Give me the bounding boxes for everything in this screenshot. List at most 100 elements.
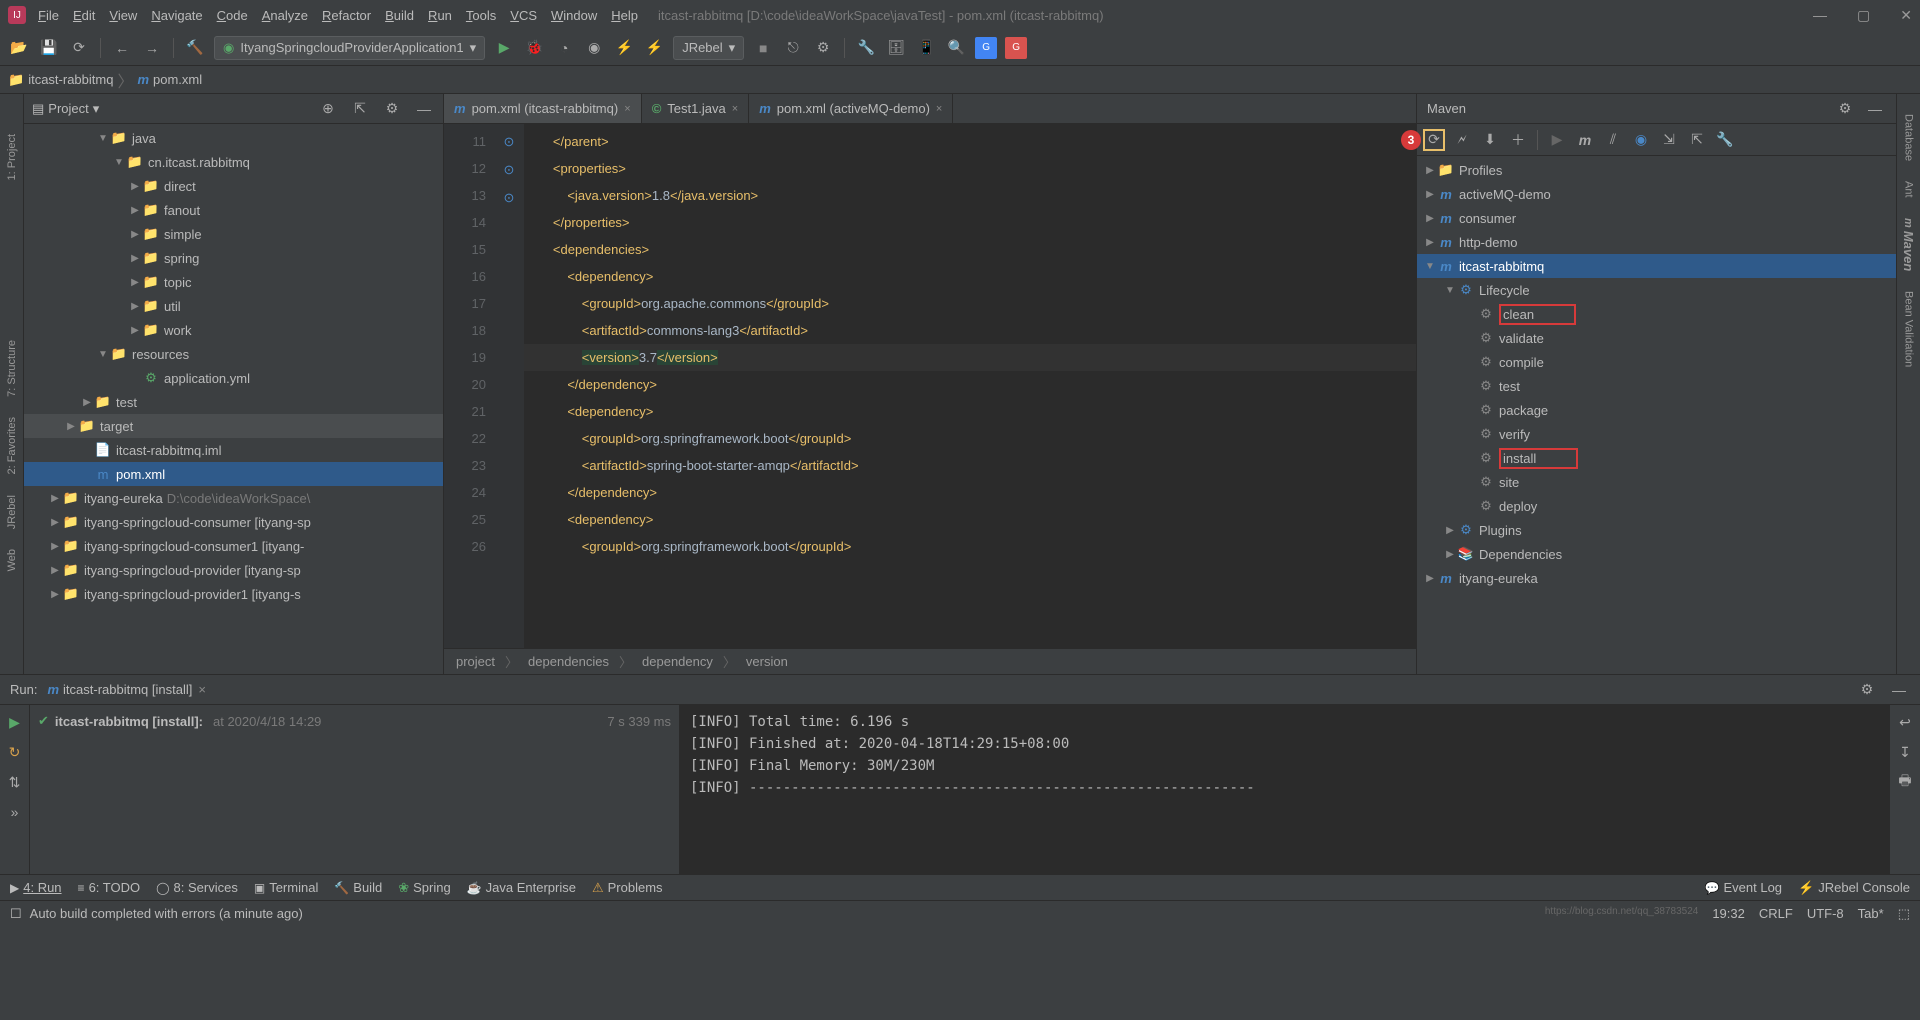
maven-item-http-demo[interactable]: ▶mhttp-demo (1417, 230, 1896, 254)
status-icon[interactable]: ☐ (10, 906, 22, 922)
favorites-tab[interactable]: 2: Favorites (6, 417, 18, 474)
maven-item-dependencies[interactable]: ▶📚Dependencies (1417, 542, 1896, 566)
crumb-file[interactable]: pom.xml (153, 72, 202, 87)
maven-item-validate[interactable]: ⚙validate (1417, 326, 1896, 350)
back-icon[interactable]: ← (111, 37, 133, 59)
rerun-icon[interactable]: ▶ (4, 711, 26, 733)
maven-item-clean[interactable]: ⚙clean1 (1417, 302, 1896, 326)
db-icon[interactable]: 🗄 (885, 37, 907, 59)
menu-analyze[interactable]: Analyze (262, 8, 308, 23)
google-icon[interactable]: G (1005, 37, 1027, 59)
maven-tab[interactable]: m Maven (1901, 218, 1916, 271)
debug-icon[interactable]: 🐞 (523, 37, 545, 59)
project-item[interactable]: ▶📁simple (24, 222, 443, 246)
project-panel-title[interactable]: ▤ Project ▾ (32, 101, 99, 117)
locate-icon[interactable]: ⊕ (317, 98, 339, 120)
close-icon[interactable]: × (198, 682, 206, 697)
menu-file[interactable]: File (38, 8, 59, 23)
maven-item-verify[interactable]: ⚙verify (1417, 422, 1896, 446)
project-item[interactable]: ▶📁spring (24, 246, 443, 270)
project-item[interactable]: ▶📁ityang-springcloud-consumer1 [ityang- (24, 534, 443, 558)
maven-item-itcast-rabbitmq[interactable]: ▼mitcast-rabbitmq (1417, 254, 1896, 278)
line-sep[interactable]: CRLF (1759, 906, 1793, 922)
jrebel-run-icon[interactable]: ⚡ (613, 37, 635, 59)
maven-item-compile[interactable]: ⚙compile (1417, 350, 1896, 374)
project-tree[interactable]: ▼📁java▼📁cn.itcast.rabbitmq▶📁direct▶📁fano… (24, 124, 443, 674)
collapse-icon[interactable]: ⇱ (349, 98, 371, 120)
crumb-item[interactable]: dependencies (528, 654, 609, 669)
menu-tools[interactable]: Tools (466, 8, 496, 23)
jrebel-tab[interactable]: JRebel (6, 495, 18, 529)
menu-view[interactable]: View (109, 8, 137, 23)
project-item[interactable]: ▶📁work (24, 318, 443, 342)
problems-tool[interactable]: ⚠ Problems (592, 880, 663, 896)
run-tab[interactable]: itcast-rabbitmq [install] (63, 682, 192, 697)
editor-tab[interactable]: mpom.xml (itcast-rabbitmq)× (444, 94, 642, 123)
hide-icon[interactable]: — (413, 98, 435, 120)
maximize-button[interactable]: ▢ (1857, 7, 1870, 24)
maven-m-icon[interactable]: m (1574, 129, 1596, 151)
project-item[interactable]: ▶📁direct (24, 174, 443, 198)
translate-icon[interactable]: G (975, 37, 997, 59)
offline-icon[interactable]: ◉ (1630, 129, 1652, 151)
project-item[interactable]: mpom.xml (24, 462, 443, 486)
menu-refactor[interactable]: Refactor (322, 8, 371, 23)
save-icon[interactable]: 💾 (38, 37, 60, 59)
menu-navigate[interactable]: Navigate (151, 8, 202, 23)
toggle-icon[interactable]: ⫽ (1602, 129, 1624, 151)
run-config-dropdown[interactable]: ◉ ItyangSpringcloudProviderApplication1 … (214, 36, 485, 60)
code-area[interactable]: </parent> <properties> <java.version>1.8… (524, 124, 1416, 648)
crumb-root[interactable]: itcast-rabbitmq (28, 72, 113, 87)
project-item[interactable]: ▼📁java (24, 126, 443, 150)
maven-item-install[interactable]: ⚙install2 (1417, 446, 1896, 470)
close-button[interactable]: ✕ (1900, 7, 1912, 24)
web-tab[interactable]: Web (6, 549, 18, 571)
maven-item-lifecycle[interactable]: ▼⚙Lifecycle (1417, 278, 1896, 302)
maven-item-site[interactable]: ⚙site (1417, 470, 1896, 494)
ant-tab[interactable]: Ant (1903, 181, 1915, 198)
maven-item-test[interactable]: ⚙test (1417, 374, 1896, 398)
avd-icon[interactable]: 📱 (915, 37, 937, 59)
print-icon[interactable]: 🖶 (1894, 771, 1916, 793)
hammer-icon[interactable]: 🔨 (184, 37, 206, 59)
profile-icon[interactable]: ◉ (583, 37, 605, 59)
settings-icon[interactable]: ⚙ (381, 98, 403, 120)
maven-item-package[interactable]: ⚙package (1417, 398, 1896, 422)
download-icon[interactable]: ⬇ (1479, 129, 1501, 151)
project-tab[interactable]: 1: Project (6, 134, 18, 180)
project-item[interactable]: ▶📁ityang-springcloud-provider [ityang-sp (24, 558, 443, 582)
hide-icon[interactable]: — (1864, 98, 1886, 120)
close-icon[interactable]: × (732, 103, 738, 115)
event-log[interactable]: 💬 Event Log (1705, 880, 1783, 896)
inspect-icon[interactable]: ⬚ (1898, 906, 1910, 922)
project-item[interactable]: ▶📁ityang-eurekaD:\code\ideaWorkSpace\ (24, 486, 443, 510)
cursor-pos[interactable]: 19:32 (1712, 906, 1745, 922)
wrench-icon[interactable]: 🔧 (1714, 129, 1736, 151)
editor-tab[interactable]: ©Test1.java× (642, 94, 750, 123)
project-item[interactable]: ▶📁ityang-springcloud-provider1 [ityang-s (24, 582, 443, 606)
settings-icon[interactable]: ⚙ (1834, 98, 1856, 120)
search-icon[interactable]: 🔍 (945, 37, 967, 59)
project-item[interactable]: ▶📁test (24, 390, 443, 414)
menu-run[interactable]: Run (428, 8, 452, 23)
add-icon[interactable]: ＋ (1507, 129, 1529, 151)
todo-tool[interactable]: ≡ 6: TODO (78, 880, 141, 895)
javaee-tool[interactable]: ☕ Java Enterprise (467, 880, 576, 895)
attach-icon[interactable]: ⎋ (782, 37, 804, 59)
menu-help[interactable]: Help (611, 8, 638, 23)
terminal-tool[interactable]: ▣ Terminal (254, 880, 318, 895)
config-icon[interactable]: ⚙ (812, 37, 834, 59)
indent[interactable]: Tab* (1858, 906, 1884, 922)
run-task-row[interactable]: ✔ itcast-rabbitmq [install]: at 2020/4/1… (38, 713, 671, 729)
structure-tab[interactable]: 7: Structure (6, 340, 18, 397)
crumb-item[interactable]: project (456, 654, 495, 669)
settings-icon[interactable]: ⚙ (1856, 679, 1878, 701)
open-icon[interactable]: 📂 (8, 37, 30, 59)
toggle-icon[interactable]: ⇅ (4, 771, 26, 793)
project-item[interactable]: ▶📁target (24, 414, 443, 438)
maven-item-deploy[interactable]: ⚙deploy (1417, 494, 1896, 518)
generate-icon[interactable]: 🗲 (1451, 129, 1473, 151)
menu-edit[interactable]: Edit (73, 8, 95, 23)
minimize-button[interactable]: — (1813, 7, 1827, 24)
database-tab[interactable]: Database (1903, 114, 1915, 161)
